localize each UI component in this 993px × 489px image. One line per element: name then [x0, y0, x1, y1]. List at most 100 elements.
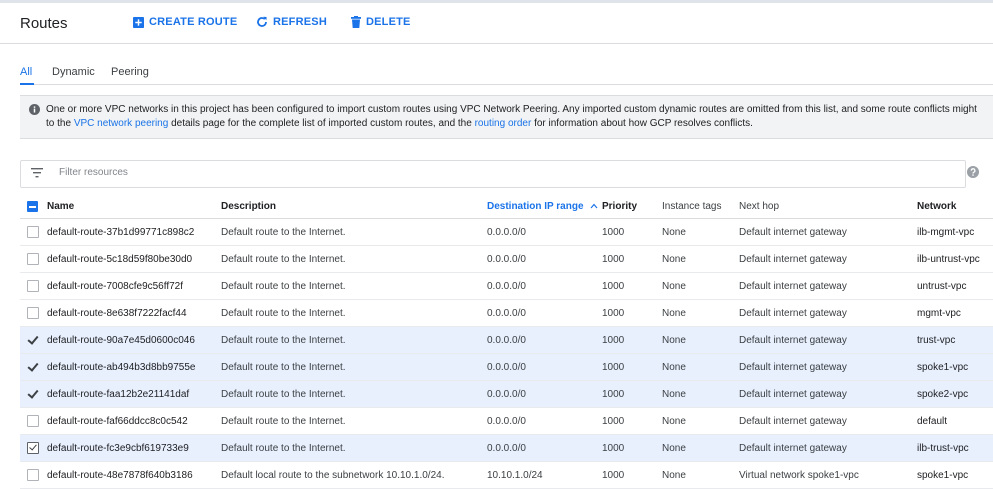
refresh-icon [257, 16, 267, 27]
route-name[interactable]: default-route-90a7e45d0600c046 [47, 326, 221, 354]
column-name[interactable]: Name [47, 195, 221, 219]
row-checkbox[interactable] [27, 334, 39, 346]
tab-dynamic[interactable]: Dynamic [52, 66, 95, 78]
column-network[interactable]: Network [917, 195, 993, 219]
column-priority[interactable]: Priority [602, 195, 662, 219]
route-destination: 0.0.0.0/0 [487, 434, 602, 462]
route-name[interactable]: default-route-faa12b2e21141daf [47, 380, 221, 408]
table-row[interactable]: default-route-90a7e45d0600c046 Default ro… [20, 326, 993, 354]
route-name[interactable]: default-route-37b1d99771c898c2 [47, 218, 221, 246]
column-description[interactable]: Description [221, 195, 487, 219]
delete-button[interactable]: DELETE [351, 16, 411, 28]
delete-label: DELETE [366, 16, 411, 28]
column-next-hop: Next hop [739, 195, 917, 219]
route-name[interactable]: default-route-faf66ddcc8c0c542 [47, 407, 221, 435]
info-banner: One or more VPC networks in this project… [20, 95, 993, 139]
route-network[interactable]: untrust-vpc [917, 272, 993, 300]
row-checkbox-cell [20, 326, 47, 354]
route-description: Default route to the Internet. [221, 380, 487, 408]
route-priority: 1000 [602, 218, 662, 246]
route-next-hop: Default internet gateway [739, 299, 917, 327]
route-next-hop: Default internet gateway [739, 326, 917, 354]
help-icon[interactable] [967, 166, 979, 178]
table-row[interactable]: default-route-7008cfe9c56ff72f Default ro… [20, 272, 993, 300]
table-header-row: Name Description Destination IP range Pr… [20, 195, 993, 219]
row-checkbox-cell [20, 272, 47, 300]
route-network[interactable]: mgmt-vpc [917, 299, 993, 327]
route-description: Default route to the Internet. [221, 353, 487, 381]
route-tabs: All Dynamic Peering [20, 64, 993, 85]
route-name[interactable]: default-route-fc3e9cbf619733e9 [47, 434, 221, 462]
routing-order-link[interactable]: routing order [475, 118, 532, 129]
route-network[interactable]: ilb-mgmt-vpc [917, 218, 993, 246]
table-row[interactable]: default-route-37b1d99771c898c2 Default ro… [20, 218, 993, 246]
tab-peering[interactable]: Peering [111, 66, 149, 78]
row-checkbox[interactable] [27, 442, 39, 454]
route-name[interactable]: default-route-ab494b3d8bb9755e [47, 353, 221, 381]
row-checkbox[interactable] [27, 361, 39, 373]
route-destination: 0.0.0.0/0 [487, 380, 602, 408]
route-network[interactable]: spoke1-vpc [917, 353, 993, 381]
filter-bar [20, 160, 966, 188]
table-row[interactable]: default-route-faa12b2e21141daf Default ro… [20, 380, 993, 408]
route-description: Default route to the Internet. [221, 407, 487, 435]
route-instance-tags: None [662, 461, 739, 489]
route-priority: 1000 [602, 245, 662, 273]
table-row[interactable]: default-route-5c18d59f80be30d0 Default ro… [20, 245, 993, 273]
route-name[interactable]: default-route-8e638f7222facf44 [47, 299, 221, 327]
table-row[interactable]: default-route-fc3e9cbf619733e9 Default ro… [20, 434, 993, 462]
route-next-hop: Default internet gateway [739, 218, 917, 246]
refresh-button[interactable]: REFRESH [256, 16, 327, 28]
route-name[interactable]: default-route-7008cfe9c56ff72f [47, 272, 221, 300]
banner-text-a: to the [46, 118, 74, 129]
route-instance-tags: None [662, 407, 739, 435]
route-network[interactable]: spoke1-vpc [917, 461, 993, 489]
row-checkbox[interactable] [27, 307, 39, 319]
row-checkbox[interactable] [27, 226, 39, 238]
create-route-button[interactable]: CREATE ROUTE [133, 16, 237, 28]
route-instance-tags: None [662, 353, 739, 381]
active-tab-indicator [20, 83, 34, 85]
tab-all[interactable]: All [20, 66, 32, 78]
route-priority: 1000 [602, 353, 662, 381]
filter-icon [31, 168, 43, 178]
vpc-network-peering-link[interactable]: VPC network peering [74, 118, 169, 129]
row-checkbox-cell [20, 461, 47, 489]
row-checkbox[interactable] [27, 280, 39, 292]
route-network[interactable]: default [917, 407, 993, 435]
trash-icon [351, 16, 361, 28]
route-destination: 0.0.0.0/0 [487, 272, 602, 300]
route-network[interactable]: spoke2-vpc [917, 380, 993, 408]
row-checkbox-cell [20, 434, 47, 462]
row-checkbox[interactable] [27, 469, 39, 481]
route-name[interactable]: default-route-5c18d59f80be30d0 [47, 245, 221, 273]
row-checkbox-cell [20, 245, 47, 273]
route-next-hop: Default internet gateway [739, 245, 917, 273]
route-name[interactable]: default-route-48e7878f640b3186 [47, 461, 221, 489]
route-destination: 0.0.0.0/0 [487, 326, 602, 354]
route-network[interactable]: ilb-trust-vpc [917, 434, 993, 462]
route-priority: 1000 [602, 407, 662, 435]
route-instance-tags: None [662, 380, 739, 408]
filter-input[interactable] [57, 166, 661, 179]
row-checkbox[interactable] [27, 388, 39, 400]
table-row[interactable]: default-route-48e7878f640b3186 Default lo… [20, 461, 993, 489]
table-row[interactable]: default-route-ab494b3d8bb9755e Default ro… [20, 353, 993, 381]
select-all-cell [20, 195, 47, 219]
route-network[interactable]: ilb-untrust-vpc [917, 245, 993, 273]
column-destination[interactable]: Destination IP range [487, 195, 602, 219]
banner-text-b: details page for the complete list of im… [168, 118, 475, 129]
route-description: Default route to the Internet. [221, 218, 487, 246]
route-network[interactable]: trust-vpc [917, 326, 993, 354]
route-instance-tags: None [662, 299, 739, 327]
refresh-label: REFRESH [273, 16, 327, 28]
route-priority: 1000 [602, 326, 662, 354]
table-row[interactable]: default-route-faf66ddcc8c0c542 Default ro… [20, 407, 993, 435]
row-checkbox[interactable] [27, 415, 39, 427]
row-checkbox[interactable] [27, 253, 39, 265]
banner-line1: One or more VPC networks in this project… [46, 104, 977, 115]
select-all-checkbox[interactable] [27, 201, 38, 212]
table-row[interactable]: default-route-8e638f7222facf44 Default ro… [20, 299, 993, 327]
route-description: Default route to the Internet. [221, 272, 487, 300]
route-next-hop: Default internet gateway [739, 272, 917, 300]
